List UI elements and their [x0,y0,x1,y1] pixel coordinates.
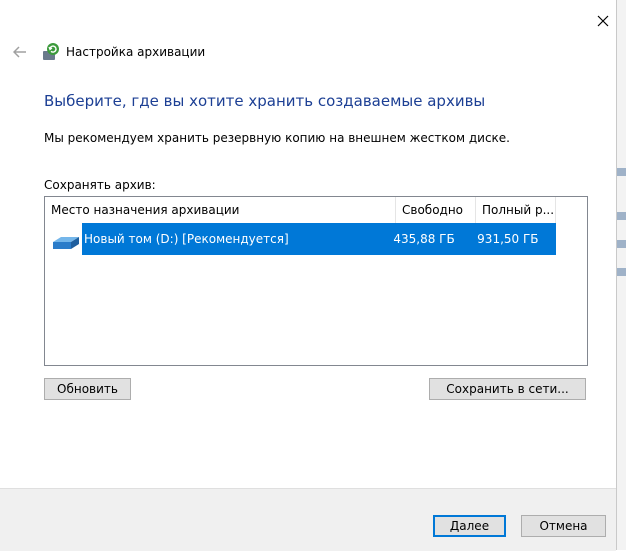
close-button[interactable] [592,10,614,32]
free-space-cell: 435,88 ГБ [393,232,455,246]
drive-icon [53,237,79,249]
total-size-cell: 931,50 ГБ [477,232,539,246]
dialog-footer: Далее Отмена [0,488,616,551]
column-header-free[interactable]: Свободно [396,197,476,223]
back-button[interactable] [10,42,30,62]
column-header-destination[interactable]: Место назначения архивации [45,197,396,223]
save-on-network-button[interactable]: Сохранить в сети... [429,378,586,400]
refresh-button[interactable]: Обновить [44,378,131,400]
recommendation-text: Мы рекомендуем хранить резервную копию н… [44,131,510,145]
window-title: Настройка архивации [66,45,206,59]
column-header-total[interactable]: Полный р... [476,197,556,223]
destination-cell: Новый том (D:) [Рекомендуется] [84,232,289,246]
save-archive-label: Сохранять архив: [44,178,156,192]
close-icon [597,15,609,27]
backup-setup-dialog: Настройка архивации Выберите, где вы хот… [0,0,617,551]
backup-icon [43,43,59,60]
title-bar: Настройка архивации [10,40,205,64]
page-heading: Выберите, где вы хотите хранить создавае… [44,92,486,110]
back-arrow-icon [13,46,26,58]
list-header: Место назначения архивации Свободно Полн… [45,197,556,223]
cancel-button[interactable]: Отмена [521,515,606,537]
destination-list[interactable]: Место назначения архивации Свободно Полн… [44,196,588,366]
next-button[interactable]: Далее [433,515,506,537]
table-row[interactable]: Новый том (D:) [Рекомендуется] 435,88 ГБ… [82,223,556,255]
background-window-edge [617,0,626,550]
